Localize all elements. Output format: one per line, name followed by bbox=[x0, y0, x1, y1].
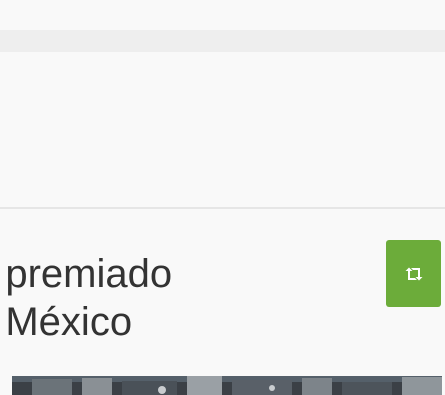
page: o premiado e México bbox=[0, 0, 445, 395]
article-image[interactable] bbox=[12, 376, 442, 395]
section-divider bbox=[0, 207, 445, 209]
top-strip bbox=[0, 0, 445, 30]
headline-line-2: e México bbox=[0, 300, 133, 344]
retweet-button[interactable] bbox=[386, 240, 441, 307]
headline-line-1: o premiado bbox=[0, 252, 173, 296]
ad-placeholder bbox=[0, 52, 445, 207]
article-headline[interactable]: o premiado e México bbox=[0, 250, 332, 346]
header-bar bbox=[0, 30, 445, 52]
retweet-icon bbox=[405, 267, 422, 280]
